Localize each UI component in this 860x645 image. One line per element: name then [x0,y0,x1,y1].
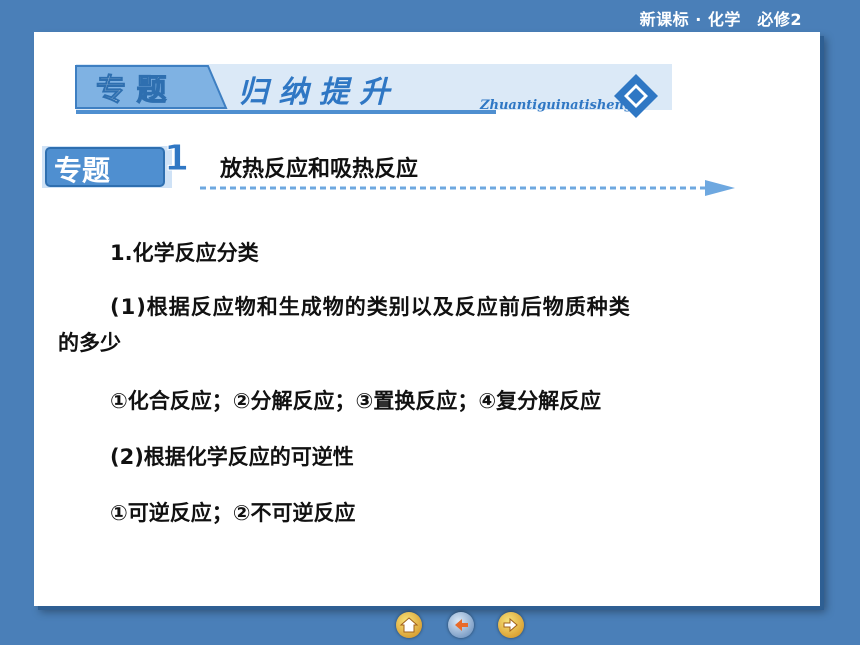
item1-list: ①化合反应；②分解反应；③置换反应；④复分解反应 [110,389,602,413]
back-icon [455,619,468,631]
banner-heading-text: 归 纳 提 升 [238,75,392,110]
item2-heading: (2)根据化学反应的可逆性 [110,445,354,469]
back-button[interactable] [448,612,474,638]
next-button[interactable] [498,612,524,638]
item1-line2: 的多少 [58,331,121,355]
item2-list: ①可逆反应；②不可逆反应 [110,501,356,525]
header-title: 新课标 · 化学 必修2 [639,10,802,29]
slide-navigation [392,612,532,642]
slide-content: 1.化学反应分类 (1)根据反应物和生成物的类别以及反应前后物质种类 的多少 ①… [58,225,810,541]
item1-line1: (1)根据反应物和生成物的类别以及反应前后物质种类 [110,295,631,319]
banner-heading: 专 题 归 纳 提 升 Zhuantiguinatisheng [75,64,672,118]
home-button[interactable] [396,612,422,638]
banner-label: 专 题 [96,73,166,108]
topic-badge-number: 1 [164,138,189,179]
dashed-arrow-divider [200,180,735,196]
topic-badge: 专题 1 [42,138,190,188]
topic-badge-label: 专题 [54,154,110,187]
home-icon [399,617,419,633]
next-icon [503,617,518,633]
banner-pinyin: Zhuantiguinatisheng [479,98,633,113]
section-heading: 1.化学反应分类 [110,241,259,265]
